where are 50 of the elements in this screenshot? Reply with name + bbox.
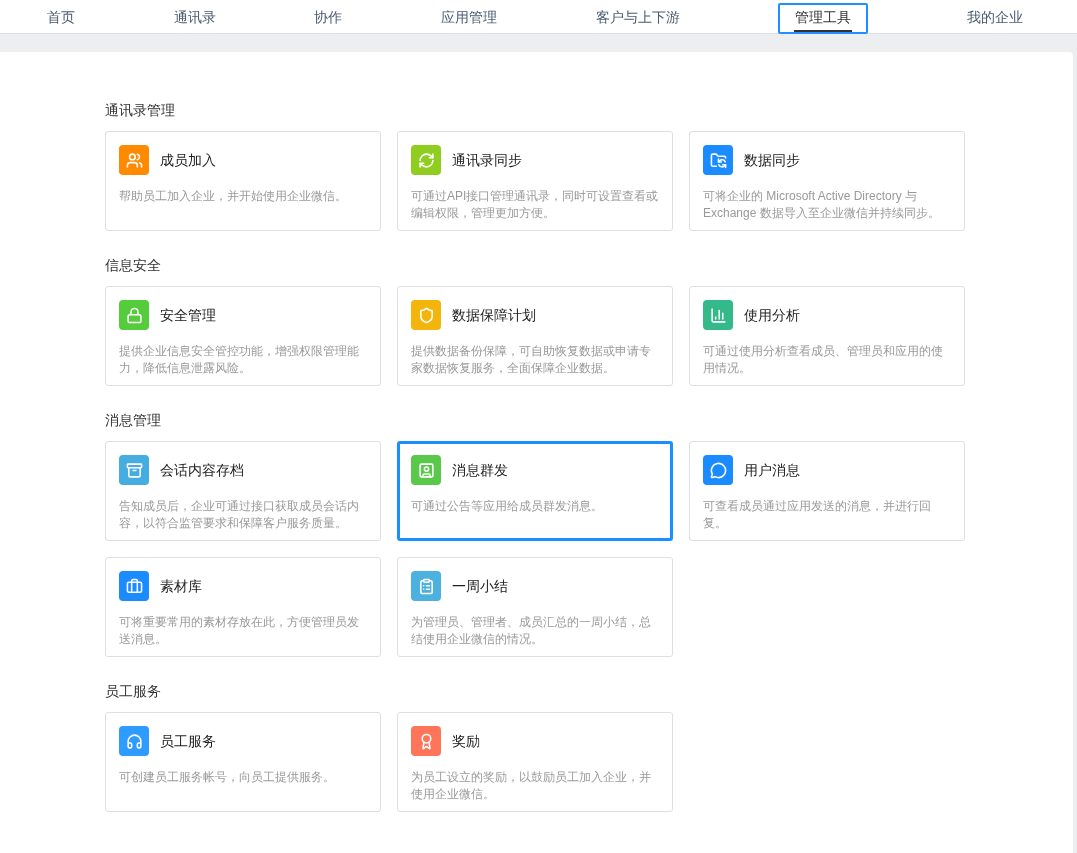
tool-card[interactable]: 数据保障计划 提供数据备份保障，可自助恢复数据或申请专家数据恢复服务，全面保障企业数据。 [397,286,673,386]
card-description: 可创建员工服务帐号，向员工提供服务。 [119,769,336,786]
card-title: 成员加入 [160,150,216,170]
card-description: 告知成员后，企业可通过接口获取成员会话内容，以符合监管要求和保障客户服务质量。 [119,498,360,532]
section-heading: 信息安全 [105,256,162,275]
card-description: 可通过API接口管理通讯录，同时可设置查看或编辑权限，管理更加方便。 [411,188,659,222]
tool-card[interactable]: 数据同步 可将企业的 Microsoft Active Directory 与 Exchange 数据导入至企业微信并持续同步。 [689,131,965,231]
nav-tab[interactable]: 协作 [314,0,343,34]
card-description: 提供企业信息安全管控功能，增强权限管理能力，降低信息泄露风险。 [119,343,360,377]
card-description: 可通过公告等应用给成员群发消息。 [411,498,604,515]
card-description: 帮助员工加入企业，并开始使用企业微信。 [119,188,348,205]
card-title: 使用分析 [744,305,800,325]
card-description: 可查看成员通过应用发送的消息，并进行回复。 [703,498,932,532]
nav-tab[interactable]: 客户与上下游 [595,0,680,34]
card-title: 消息群发 [452,460,508,480]
card-title: 安全管理 [160,305,216,325]
tool-card[interactable]: 会话内容存档 告知成员后，企业可通过接口获取成员会话内容，以符合监管要求和保障客户服务质量。 [105,441,381,541]
card-title: 素材库 [160,576,202,596]
section-heading: 消息管理 [105,411,162,430]
tool-card[interactable]: 员工服务 可创建员工服务帐号，向员工提供服务。 [105,712,381,812]
nav-tab[interactable]: 管理工具 [778,3,869,34]
tool-card[interactable]: 使用分析 可通过使用分析查看成员、管理员和应用的使用情况。 [689,286,965,386]
card-title: 数据保障计划 [452,305,536,325]
card-description: 提供数据备份保障，可自助恢复数据或申请专家数据恢复服务，全面保障企业数据。 [411,343,652,377]
card-title: 用户消息 [744,460,800,480]
card-description: 为管理员、管理者、成员汇总的一周小结，总结使用企业微信的情况。 [411,614,652,648]
tool-card[interactable]: 一周小结 为管理员、管理者、成员汇总的一周小结，总结使用企业微信的情况。 [397,557,673,657]
nav-tab[interactable]: 我的企业 [966,0,1023,34]
tool-card[interactable]: 素材库 可将重要常用的素材存放在此，方便管理员发送消息。 [105,557,381,657]
nav-tab[interactable]: 首页 [47,0,75,34]
tool-card[interactable]: 消息群发 可通过公告等应用给成员群发消息。 [397,441,673,541]
card-title: 奖励 [452,731,480,751]
card-title: 会话内容存档 [160,460,244,480]
tool-card[interactable]: 奖励 为员工设立的奖励，以鼓励员工加入企业，并使用企业微信。 [397,712,673,812]
nav-tab[interactable]: 应用管理 [440,0,497,34]
card-title: 数据同步 [744,150,800,170]
nav-tab[interactable]: 通讯录 [173,0,216,34]
tool-card[interactable]: 通讯录同步 可通过API接口管理通讯录，同时可设置查看或编辑权限，管理更加方便。 [397,131,673,231]
tool-card[interactable]: 成员加入 帮助员工加入企业，并开始使用企业微信。 [105,131,381,231]
card-description: 可通过使用分析查看成员、管理员和应用的使用情况。 [703,343,944,377]
card-description: 可将重要常用的素材存放在此，方便管理员发送消息。 [119,614,360,648]
card-description: 为员工设立的奖励，以鼓励员工加入企业，并使用企业微信。 [411,769,652,803]
section-heading: 员工服务 [105,682,162,701]
tool-card[interactable]: 安全管理 提供企业信息安全管控功能，增强权限管理能力，降低信息泄露风险。 [105,286,381,386]
section-heading: 通讯录管理 [105,101,176,120]
card-title: 通讯录同步 [452,150,522,170]
card-title: 员工服务 [160,731,216,751]
card-description: 可将企业的 Microsoft Active Directory 与 Exchange 数据导入至企业微信并持续同步。 [703,188,941,222]
tool-card[interactable]: 用户消息 可查看成员通过应用发送的消息，并进行回复。 [689,441,965,541]
card-title: 一周小结 [452,576,508,596]
